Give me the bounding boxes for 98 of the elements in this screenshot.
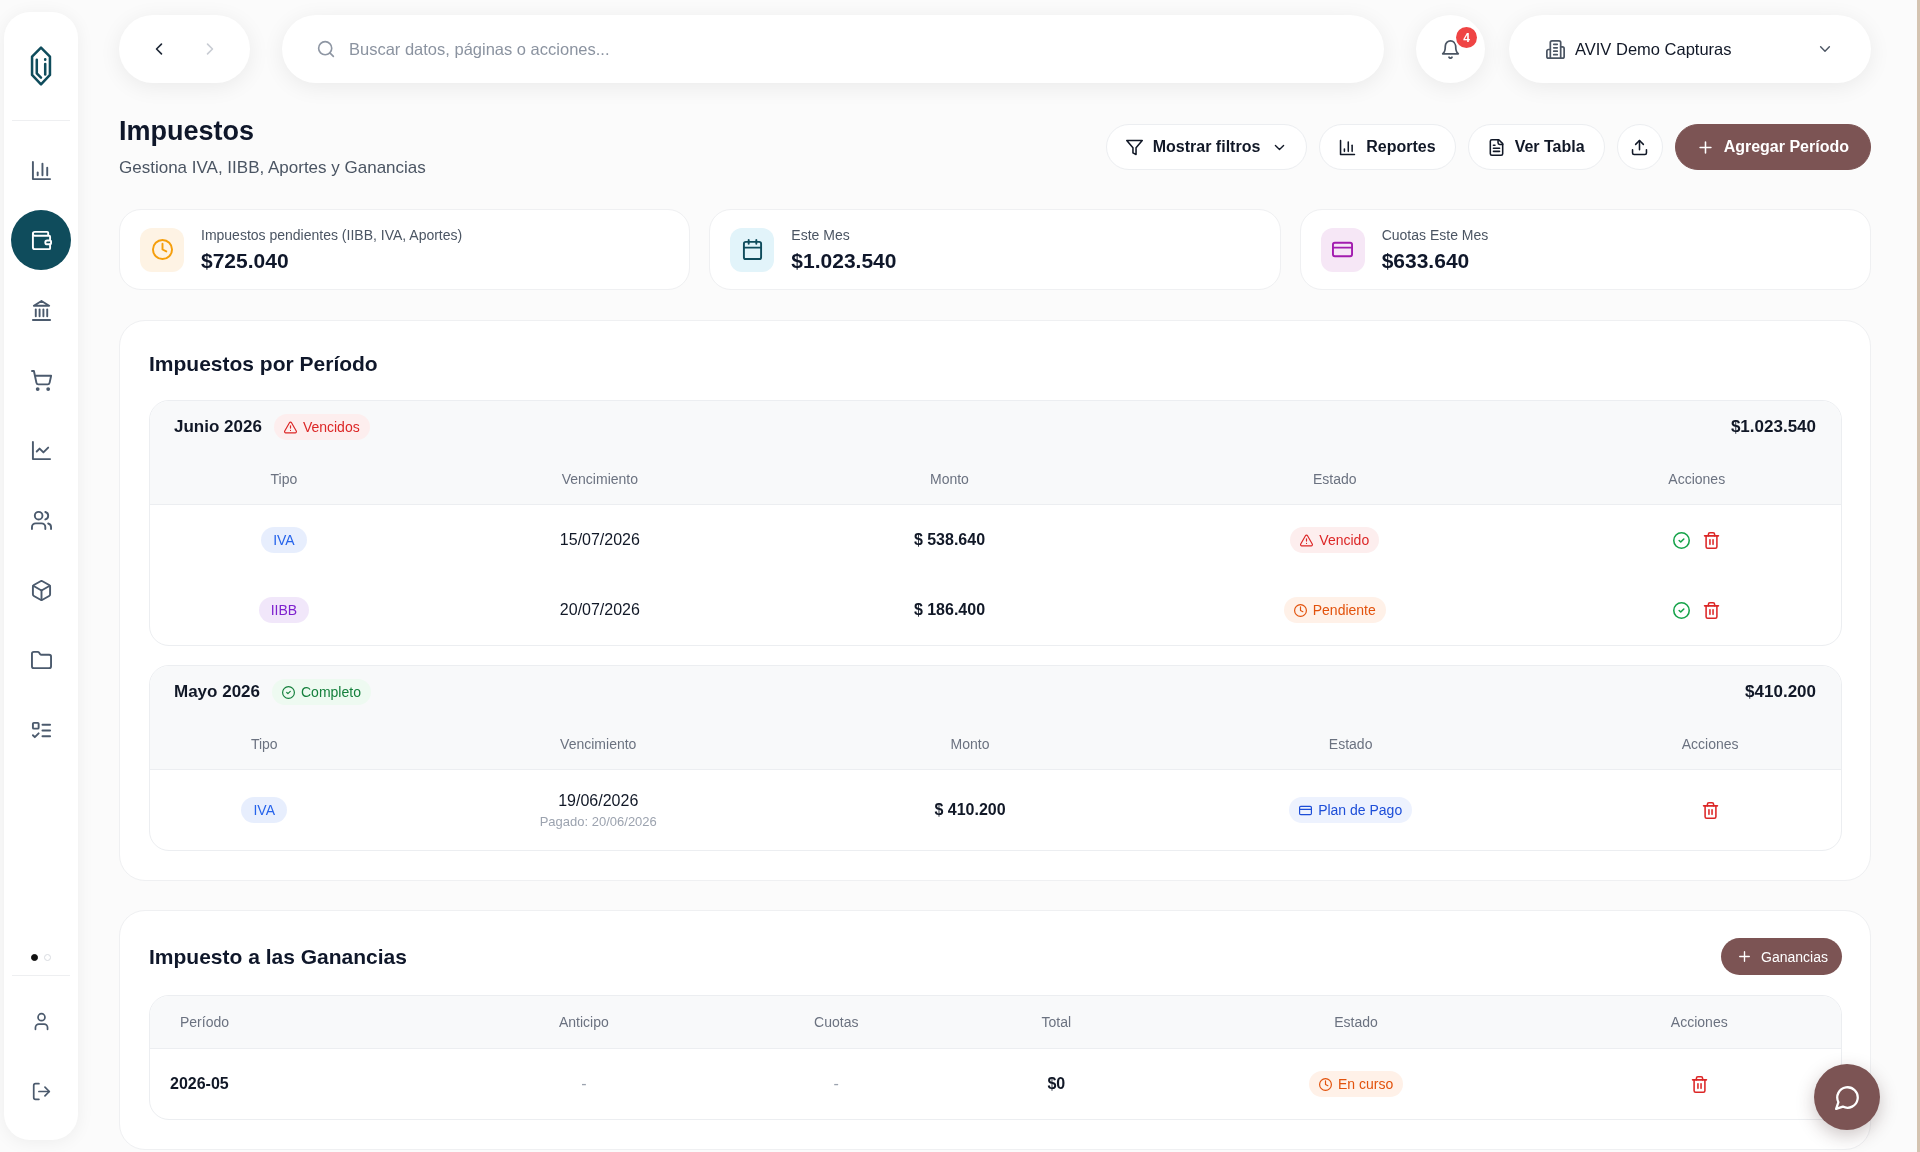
reports-button[interactable]: Reportes <box>1319 124 1456 170</box>
type-tag: IVA <box>261 527 307 553</box>
line-chart-icon <box>30 439 52 461</box>
column-header: Monto <box>930 470 969 487</box>
column-header: Período <box>180 1014 230 1030</box>
table-view-button[interactable]: Ver Tabla <box>1467 124 1605 170</box>
credit-card-icon <box>1320 227 1365 272</box>
plus-icon <box>1696 138 1714 156</box>
due-date: 20/07/2026 <box>559 601 640 619</box>
add-period-button[interactable]: Agregar Período <box>1674 124 1871 170</box>
clock-icon <box>1318 1077 1332 1091</box>
shield-logo <box>30 46 52 86</box>
upload-button[interactable] <box>1616 124 1663 170</box>
filter-icon <box>1125 138 1143 156</box>
plus-icon <box>1737 949 1753 964</box>
installments-amount: - <box>833 1075 839 1092</box>
status-label: Pendiente <box>1312 602 1376 618</box>
section-title: Impuestos por Período <box>149 351 378 377</box>
document-icon <box>1487 138 1505 156</box>
period-total: $1.023.540 <box>1730 417 1816 437</box>
bar-chart-icon <box>30 159 52 181</box>
column-header: Estado <box>1328 735 1373 752</box>
amount-text: $ 538.640 <box>913 531 986 548</box>
period-label: Junio 2026 <box>174 417 262 437</box>
page-title: Impuestos <box>119 115 255 147</box>
due-date: 19/06/2026 <box>558 791 639 810</box>
column-header: Vencimiento <box>561 470 638 487</box>
total-amount: $0 <box>1047 1075 1066 1092</box>
column-header: Vencimiento <box>560 735 637 752</box>
column-header: Estado <box>1334 1014 1378 1030</box>
stat-label: Cuotas Este Mes <box>1381 226 1489 243</box>
due-date: 15/07/2026 <box>559 531 640 549</box>
notification-count: 4 <box>1456 27 1477 48</box>
trash-icon[interactable] <box>1701 802 1719 820</box>
trash-icon[interactable] <box>1690 1076 1708 1094</box>
stat-value: $1.023.540 <box>791 248 897 273</box>
column-header: Tipo <box>270 470 298 487</box>
organization-selector[interactable]: AVIV Demo Capturas <box>1509 15 1871 83</box>
bell-icon <box>1441 39 1460 59</box>
stat-label: Impuestos pendientes (IIBB, IVA, Aportes) <box>201 226 463 243</box>
status-label: En curso <box>1337 1076 1394 1092</box>
type-tag: IVA <box>241 797 287 823</box>
sidebar-nav-button[interactable] <box>11 210 71 270</box>
users-icon <box>30 509 52 531</box>
building-icon <box>1546 39 1565 59</box>
amount-text: $ 410.200 <box>934 801 1006 818</box>
column-header: Anticipo <box>558 1014 609 1030</box>
section-title: Impuesto a las Ganancias <box>149 943 407 970</box>
period-total: $410.200 <box>1745 682 1816 702</box>
warning-icon <box>283 420 297 434</box>
page-dot[interactable] <box>31 954 38 961</box>
status-label: Plan de Pago <box>1318 802 1403 818</box>
chat-bubble-icon <box>1834 1084 1860 1110</box>
amount-text: $ 186.400 <box>913 601 986 618</box>
column-header: Cuotas <box>814 1014 859 1030</box>
status-label: Completo <box>301 684 361 700</box>
organization-name: AVIV Demo Capturas <box>1575 39 1732 59</box>
trash-icon[interactable] <box>1703 532 1721 550</box>
check-circle-icon[interactable] <box>1673 602 1691 620</box>
notifications-button[interactable]: 4 <box>1416 15 1485 83</box>
column-header: Acciones <box>1668 470 1726 487</box>
paid-date: Pagado: 20/06/2026 <box>539 813 657 829</box>
search-icon <box>317 40 335 58</box>
warning-icon <box>1300 533 1314 547</box>
cart-icon <box>30 369 52 391</box>
trash-icon[interactable] <box>1703 602 1721 620</box>
column-header: Tipo <box>250 735 278 752</box>
column-header: Estado <box>1312 470 1357 487</box>
column-header: Total <box>1041 1014 1072 1030</box>
column-header: Monto <box>950 735 990 752</box>
add-earnings-button[interactable]: Ganancias <box>1721 938 1842 975</box>
cube-icon <box>30 579 52 601</box>
credit-card-icon <box>1299 803 1313 817</box>
clock-icon <box>1293 603 1307 617</box>
search-field[interactable]: Buscar datos, páginas o acciones... <box>282 15 1384 83</box>
period-text: 2026-05 <box>170 1075 229 1092</box>
calendar-icon <box>730 227 775 272</box>
wallet-icon <box>30 229 52 251</box>
column-header: Acciones <box>1670 1014 1728 1030</box>
advance-amount: - <box>581 1075 587 1092</box>
bar-chart-icon <box>1339 138 1357 156</box>
filter-button[interactable]: Mostrar filtros <box>1105 124 1308 170</box>
type-tag: IIBB <box>258 597 310 623</box>
clock-icon <box>140 227 184 272</box>
period-label: Mayo 2026 <box>174 682 260 702</box>
checklist-icon <box>30 719 52 741</box>
check-circle-icon[interactable] <box>1673 532 1691 550</box>
stat-value: $725.040 <box>201 248 289 273</box>
column-header: Acciones <box>1681 735 1739 752</box>
page-subtitle: Gestiona IVA, IIBB, Aportes y Ganancias <box>119 158 426 178</box>
status-label: Vencidos <box>302 419 360 435</box>
upload-icon <box>1631 138 1649 156</box>
status-label: Vencido <box>1319 532 1370 548</box>
folder-icon <box>30 649 52 671</box>
logout-icon <box>31 1081 51 1101</box>
stat-value: $633.640 <box>1381 248 1470 273</box>
bank-icon <box>30 299 52 321</box>
stat-label: Este Mes <box>791 226 850 243</box>
